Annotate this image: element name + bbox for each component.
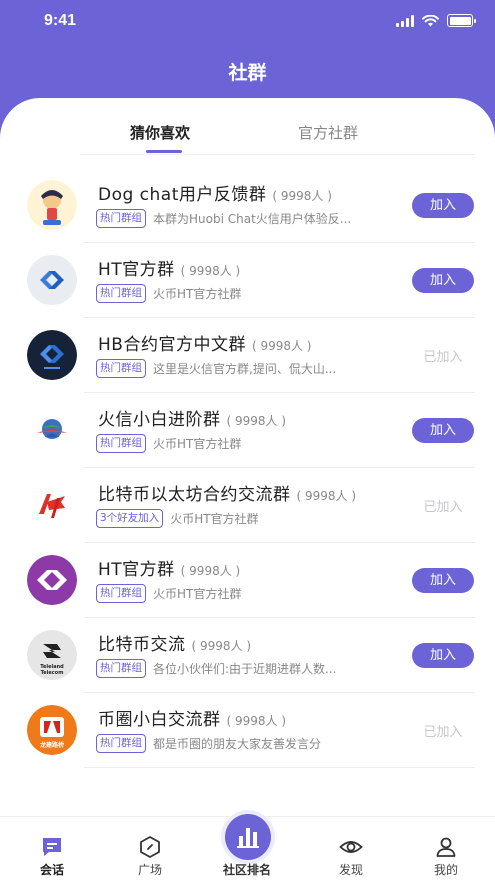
teleland-logo-icon: Teleland Telecom [27,630,77,680]
chat-icon [43,838,61,856]
group-name: 比特币以太坊合约交流群 [98,485,291,505]
group-name: HT官方群 [98,260,175,280]
group-avatar [27,180,77,230]
chart-icon [237,828,259,848]
group-tag: 热门群组 [96,659,146,678]
nav-item-square[interactable]: 广场 [110,817,190,881]
huoxin-logo-icon [27,405,77,455]
battery-icon [447,14,476,27]
nav-label: 发现 [338,863,363,877]
group-name: HT官方群 [98,560,175,580]
group-avatar [27,405,77,455]
list-item[interactable]: HT官方群 ( 9998人 ) 热门群组 火币HT官方社群 加入 [0,543,495,618]
member-count: ( 9998人 ) [180,264,241,278]
tab-recommended[interactable]: 猜你喜欢 [130,122,190,143]
group-description: 火币HT官方社群 [170,512,259,526]
group-name: 币圈小白交流群 [98,710,221,730]
nav-label: 广场 [137,863,162,877]
join-button[interactable]: 加入 [412,193,474,218]
group-avatar [27,330,77,380]
group-avatar: 龙建路桥 [27,705,77,755]
group-avatar [27,555,77,605]
eye-icon [339,841,363,853]
group-avatar [27,255,77,305]
group-tag: 3个好友加入 [96,509,164,528]
group-tag: 热门群组 [96,734,146,753]
group-avatar: Teleland Telecom [27,630,77,680]
group-name: Dog chat用户反馈群 [98,185,267,205]
group-tag: 热门群组 [96,434,146,453]
tab-bar: 猜你喜欢 官方社群 [0,98,495,156]
status-bar: 9:41 [0,0,495,44]
list-item[interactable]: Teleland Telecom 比特币交流 ( 9998人 ) 热门群组 各位… [0,618,495,693]
group-description: 火币HT官方社群 [153,587,242,601]
compass-icon [140,836,160,858]
join-button[interactable]: 加入 [412,418,474,443]
group-name: 比特币交流 [98,635,186,655]
content-sheet: 猜你喜欢 官方社群 Dog chat用户反馈群 ( 9998人 ) 热门群组 本… [0,98,495,881]
hb-logo-icon [27,330,77,380]
tab-official[interactable]: 官方社群 [298,122,358,143]
status-time: 9:41 [44,12,77,29]
member-count: ( 9998人 ) [251,339,312,353]
wifi-icon [422,14,439,26]
group-description: 都是币圈的朋友大家友善发言分 [153,737,322,751]
group-tag: 热门群组 [96,584,146,603]
user-icon [436,837,456,857]
group-name: 火信小白进阶群 [98,410,221,430]
tab-indicator [146,150,182,153]
list-item[interactable]: Dog chat用户反馈群 ( 9998人 ) 热门群组 本群为Huobi Ch… [0,168,495,243]
bottom-nav: 会话 广场 社区排名 发现 我的 [0,814,495,881]
svg-text:龙建路桥: 龙建路桥 [40,741,65,749]
group-description: 这里是火信官方群,提问、侃大山... [153,362,337,376]
list-item[interactable]: HB合约官方中文群 ( 9998人 ) 热门群组 这里是火信官方群,提问、侃大山… [0,318,495,393]
nav-item-discover[interactable]: 发现 [311,817,391,881]
member-count: ( 9998人 ) [226,414,287,428]
member-count: ( 9998人 ) [226,714,287,728]
list-item[interactable]: HT官方群 ( 9998人 ) 热门群组 火币HT官方社群 加入 [0,243,495,318]
group-description: 火币HT官方社群 [153,287,242,301]
joined-status: 已加入 [423,350,463,365]
longjian-logo-icon: 龙建路桥 [27,705,77,755]
page-title: 社群 [228,62,267,84]
nav-item-profile[interactable]: 我的 [406,817,486,881]
member-count: ( 9998人 ) [191,639,252,653]
nav-item-ranking[interactable]: 社区排名 [207,814,287,881]
divider [84,767,475,768]
list-item[interactable]: 火信小白进阶群 ( 9998人 ) 热门群组 火币HT官方社群 加入 [0,393,495,468]
red-flag-logo-icon [27,480,77,530]
member-count: ( 9998人 ) [272,189,332,203]
signal-icon [396,14,414,27]
join-button[interactable]: 加入 [412,568,474,593]
group-tag: 热门群组 [96,284,146,303]
dogchat-avatar-icon [27,180,77,230]
nav-label: 会话 [39,863,64,877]
group-avatar [27,480,77,530]
member-count: ( 9998人 ) [180,564,241,578]
joined-status: 已加入 [423,500,463,515]
nav-label: 我的 [433,863,458,877]
group-name: HB合约官方中文群 [98,335,246,355]
group-description: 火币HT官方社群 [153,437,242,451]
joined-status: 已加入 [423,725,463,740]
ht-purple-logo-icon [27,555,77,605]
group-tag: 热门群组 [96,359,146,378]
group-description: 各位小伙伴们:由于近期进群人数... [153,662,337,676]
ht-logo-icon [27,255,77,305]
tab-divider [80,154,475,155]
status-icons [396,14,476,27]
svg-text:Telecom: Telecom [41,670,64,676]
nav-label: 社区排名 [222,863,271,877]
nav-item-chat[interactable]: 会话 [12,817,92,881]
join-button[interactable]: 加入 [412,643,474,668]
ranking-button[interactable] [225,814,271,860]
group-tag: 热门群组 [96,209,146,228]
member-count: ( 9998人 ) [296,489,357,503]
join-button[interactable]: 加入 [412,268,474,293]
list-item[interactable]: 龙建路桥 币圈小白交流群 ( 9998人 ) 热门群组 都是币圈的朋友大家友善发… [0,693,495,768]
list-item[interactable]: 比特币以太坊合约交流群 ( 9998人 ) 3个好友加入 火币HT官方社群 已加… [0,468,495,543]
group-description: 本群为Huobi Chat火信用户体验反... [153,212,352,226]
